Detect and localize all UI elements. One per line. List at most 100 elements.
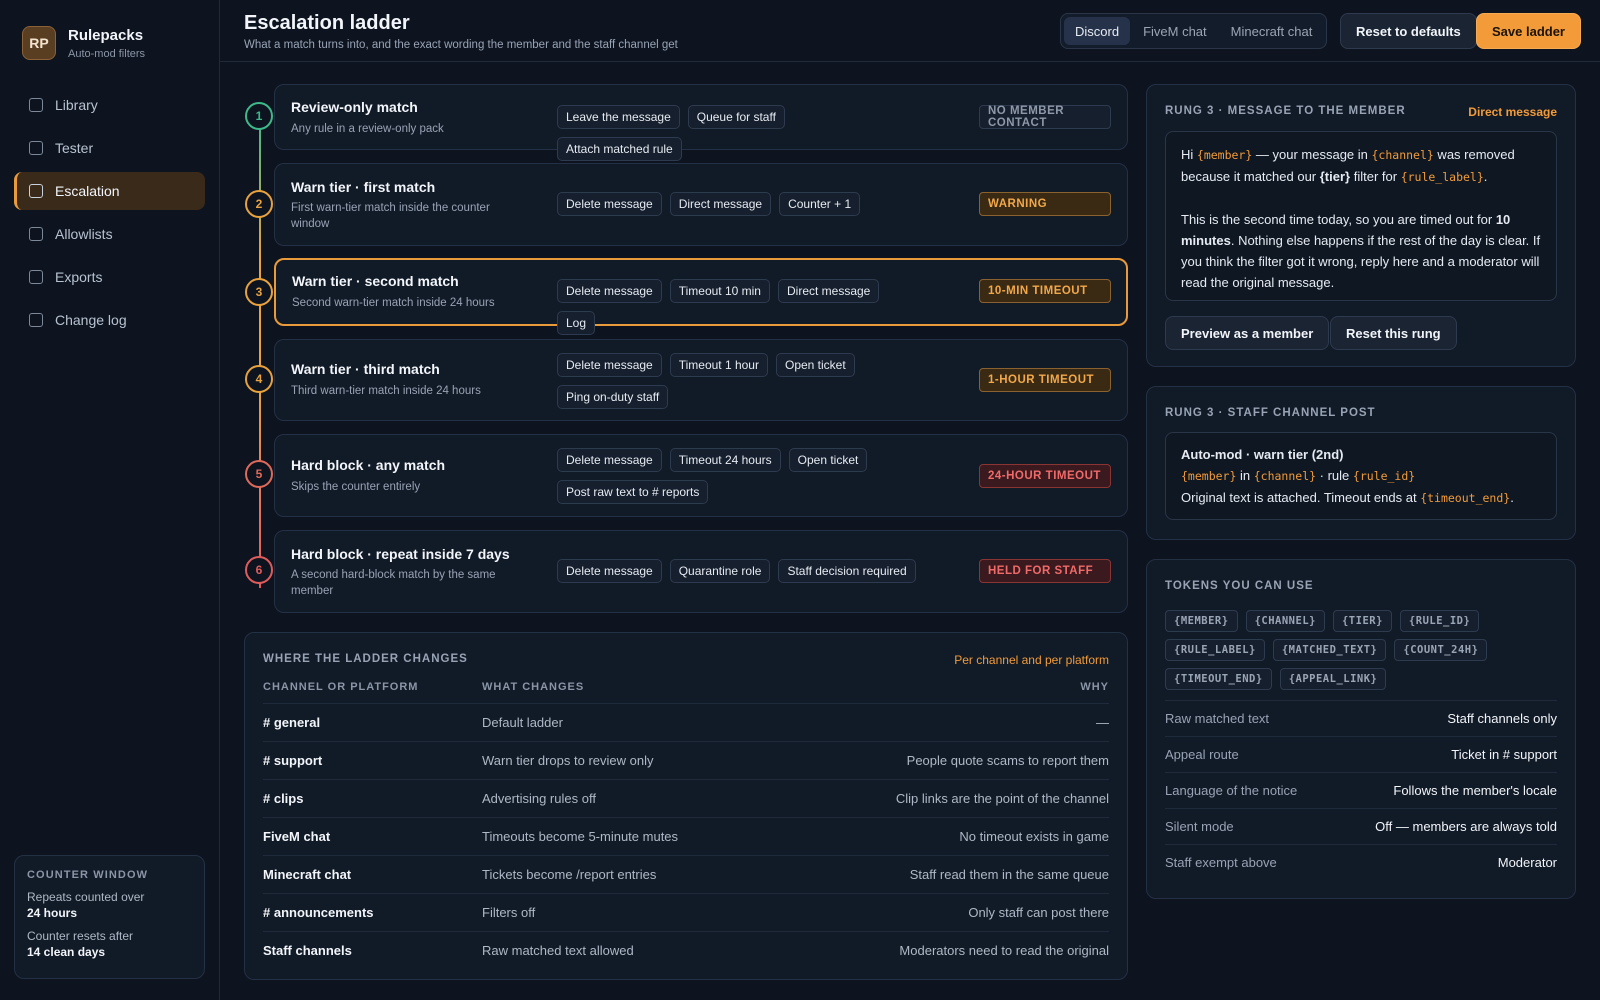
- channel-cell: # announcements: [263, 905, 374, 920]
- sidebar-item-tester[interactable]: Tester: [14, 129, 205, 167]
- table-row[interactable]: # announcements Filters off Only staff c…: [263, 893, 1109, 931]
- staff-post-line-1: Auto-mod · warn tier (2nd): [1181, 447, 1344, 462]
- action-tag[interactable]: Delete message: [557, 279, 662, 303]
- token-rule-label: {rule_label}: [1400, 170, 1484, 184]
- sidebar-item-label: Library: [55, 97, 98, 113]
- sidebar-item-escalation[interactable]: Escalation: [14, 172, 205, 210]
- resets-label: Counter resets after: [27, 929, 134, 943]
- rung-outcome-badge: 1-HOUR TIMEOUT: [979, 368, 1111, 392]
- brand-name: Rulepacks: [68, 26, 144, 44]
- message-paragraph-1: Hi {member} — your message in {channel} …: [1181, 144, 1541, 188]
- table-row[interactable]: Staff channels Raw matched text allowed …: [263, 931, 1109, 969]
- message-text: in: [1236, 468, 1254, 483]
- platform-tab-fivem[interactable]: FiveM chat: [1132, 17, 1218, 45]
- save-ladder-button[interactable]: Save ladder: [1476, 13, 1581, 49]
- token-chip[interactable]: {RULE_LABEL}: [1165, 639, 1265, 661]
- table-row[interactable]: Minecraft chat Tickets become /report en…: [263, 855, 1109, 893]
- token-chip[interactable]: {MATCHED_TEXT}: [1272, 639, 1387, 661]
- preview-as-member-button[interactable]: Preview as a member: [1165, 316, 1330, 350]
- sidebar-item-change-log[interactable]: Change log: [14, 301, 205, 339]
- page-title: Escalation ladder: [244, 12, 410, 34]
- action-tag[interactable]: Quarantine role: [669, 559, 771, 583]
- action-tag[interactable]: Timeout 1 hour: [669, 353, 768, 377]
- action-tag[interactable]: Direct message: [777, 279, 880, 303]
- setting-row[interactable]: Silent mode Off — members are always told: [1165, 808, 1557, 844]
- platform-tab-discord[interactable]: Discord: [1064, 17, 1131, 45]
- sidebar-item-exports[interactable]: Exports: [14, 258, 205, 296]
- rung-5[interactable]: Hard block · any match Skips the counter…: [274, 434, 1128, 517]
- changes-cell: Filters off: [482, 905, 536, 920]
- page-subtitle: What a match turns into, and the exact w…: [244, 39, 678, 51]
- action-tag[interactable]: Delete message: [557, 448, 662, 472]
- sidebar-item-library[interactable]: Library: [14, 86, 205, 124]
- page-header: Escalation ladder What a match turns int…: [220, 0, 1600, 62]
- setting-row[interactable]: Raw matched text Staff channels only: [1165, 700, 1557, 736]
- action-tag[interactable]: Post raw text to # reports: [557, 480, 709, 504]
- message-text: This is the second time today, so you ar…: [1181, 212, 1496, 227]
- token-chip[interactable]: {RULE_ID}: [1399, 610, 1480, 632]
- rung-2[interactable]: Warn tier · first match First warn-tier …: [274, 163, 1128, 246]
- action-tag[interactable]: Timeout 24 hours: [669, 448, 781, 472]
- action-tag[interactable]: Timeout 10 min: [669, 279, 770, 303]
- rung-1[interactable]: Review-only match Any rule in a review-o…: [274, 84, 1128, 161]
- rung-title: Hard block · repeat inside 7 days: [291, 546, 510, 562]
- rung-subtitle: A second hard-block match by the same me…: [291, 569, 496, 597]
- action-tag[interactable]: Direct message: [669, 192, 772, 216]
- delivery-channel-link[interactable]: Direct message: [1468, 105, 1557, 119]
- action-tag[interactable]: Counter + 1: [779, 192, 861, 216]
- action-tag[interactable]: Leave the message: [557, 105, 680, 129]
- rung-4[interactable]: Warn tier · third match Third warn-tier …: [274, 339, 1128, 421]
- rung-number-6: 6: [245, 556, 273, 584]
- sidebar-item-label: Escalation: [55, 183, 120, 199]
- token-channel: {channel}: [1371, 148, 1434, 162]
- setting-value: Staff channels only: [1447, 711, 1557, 726]
- changes-cell: Advertising rules off: [482, 791, 596, 806]
- message-text: Original text is attached. Timeout ends …: [1181, 490, 1421, 505]
- token-chip[interactable]: {MEMBER}: [1165, 610, 1238, 632]
- setting-row[interactable]: Staff exempt above Moderator: [1165, 844, 1557, 880]
- action-tag[interactable]: Delete message: [557, 353, 662, 377]
- table-row[interactable]: FiveM chat Timeouts become 5-minute mute…: [263, 817, 1109, 855]
- changes-cell: Raw matched text allowed: [482, 943, 634, 958]
- setting-row[interactable]: Appeal route Ticket in # support: [1165, 736, 1557, 772]
- token-chip[interactable]: {TIER}: [1332, 610, 1392, 632]
- action-tag[interactable]: Attach matched rule: [557, 137, 682, 161]
- reset-defaults-button[interactable]: Reset to defaults: [1340, 13, 1477, 49]
- message-text: .: [1483, 169, 1488, 184]
- sidebar-item-allowlists[interactable]: Allowlists: [14, 215, 205, 253]
- resets-value: 14 clean days: [27, 945, 106, 959]
- action-tag[interactable]: Open ticket: [788, 448, 868, 472]
- table-row[interactable]: # support Warn tier drops to review only…: [263, 741, 1109, 779]
- column-header-changes: WHAT CHANGES: [482, 681, 585, 693]
- setting-value: Follows the member's locale: [1393, 783, 1557, 798]
- rung-3[interactable]: Warn tier · second match Second warn-tie…: [274, 258, 1128, 335]
- action-tag[interactable]: Delete message: [557, 559, 662, 583]
- message-text: filter for: [1350, 169, 1401, 184]
- table-row[interactable]: # general Default ladder —: [263, 703, 1109, 741]
- member-message-editor[interactable]: Hi {member} — your message in {channel} …: [1165, 131, 1557, 301]
- rung-title: Warn tier · third match: [291, 361, 440, 377]
- action-tag[interactable]: Staff decision required: [778, 559, 916, 583]
- token-chip[interactable]: {COUNT_24H}: [1394, 639, 1488, 661]
- channel-cell: # support: [263, 753, 323, 768]
- rung-number-2: 2: [245, 190, 273, 218]
- staff-post-line-3: Original text is attached. Timeout ends …: [1181, 487, 1541, 509]
- action-tag[interactable]: Ping on-duty staff: [557, 385, 669, 409]
- reset-rung-button[interactable]: Reset this rung: [1330, 316, 1457, 350]
- token-chip[interactable]: {TIMEOUT_END}: [1165, 668, 1272, 690]
- action-tag[interactable]: Delete message: [557, 192, 662, 216]
- message-text: . Nothing else happens if the rest of th…: [1181, 233, 1541, 290]
- action-tag[interactable]: Queue for staff: [687, 105, 785, 129]
- setting-row[interactable]: Language of the notice Follows the member…: [1165, 772, 1557, 808]
- action-tag[interactable]: Open ticket: [775, 353, 855, 377]
- rung-number-5: 5: [245, 460, 273, 488]
- staff-post-editor[interactable]: Auto-mod · warn tier (2nd) {member} in {…: [1165, 432, 1557, 520]
- rung-6[interactable]: Hard block · repeat inside 7 days A seco…: [274, 530, 1128, 613]
- table-row[interactable]: # clips Advertising rules off Clip links…: [263, 779, 1109, 817]
- action-tag[interactable]: Log: [557, 311, 596, 335]
- platform-tab-minecraft[interactable]: Minecraft chat: [1220, 17, 1324, 45]
- rung-subtitle: First warn-tier match inside the counter…: [291, 202, 490, 230]
- token-chip[interactable]: {CHANNEL}: [1245, 610, 1325, 632]
- sidebar: RP Rulepacks Auto-mod filters Library Te…: [0, 0, 220, 1000]
- token-chip[interactable]: {APPEAL_LINK}: [1279, 668, 1387, 690]
